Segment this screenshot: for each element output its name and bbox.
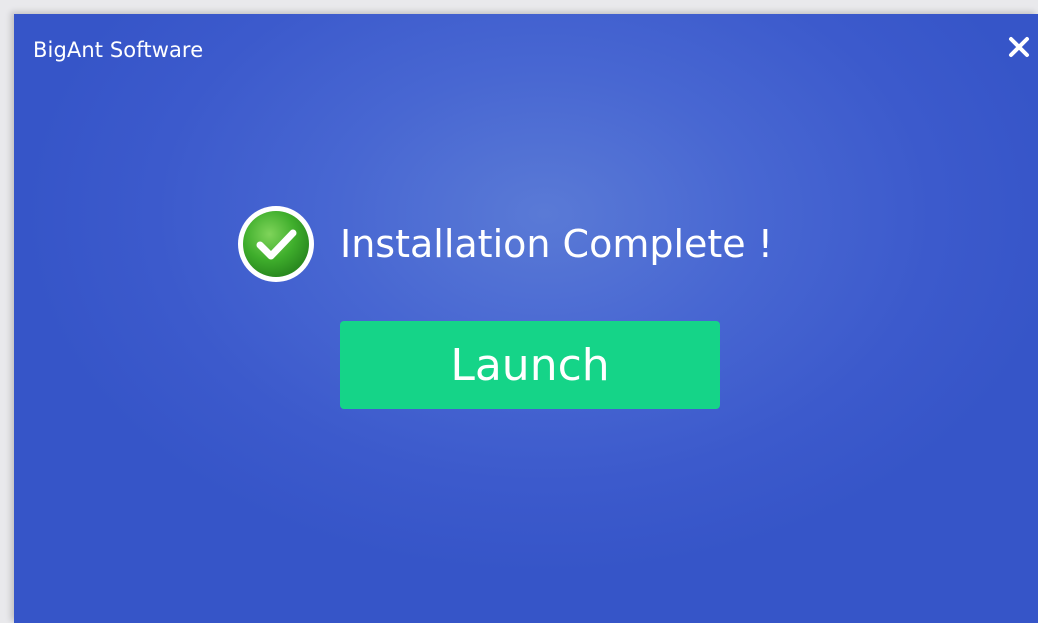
window-title: BigAnt Software	[33, 38, 204, 62]
launch-button[interactable]: Launch	[340, 321, 720, 409]
close-icon	[1009, 37, 1029, 57]
close-button[interactable]	[1004, 32, 1034, 62]
installer-window: BigAnt Software Installation Complete ! …	[14, 14, 1038, 623]
installation-status: Installation Complete !	[340, 222, 773, 266]
status-row: Installation Complete !	[236, 204, 773, 284]
check-circle-icon	[238, 206, 314, 282]
